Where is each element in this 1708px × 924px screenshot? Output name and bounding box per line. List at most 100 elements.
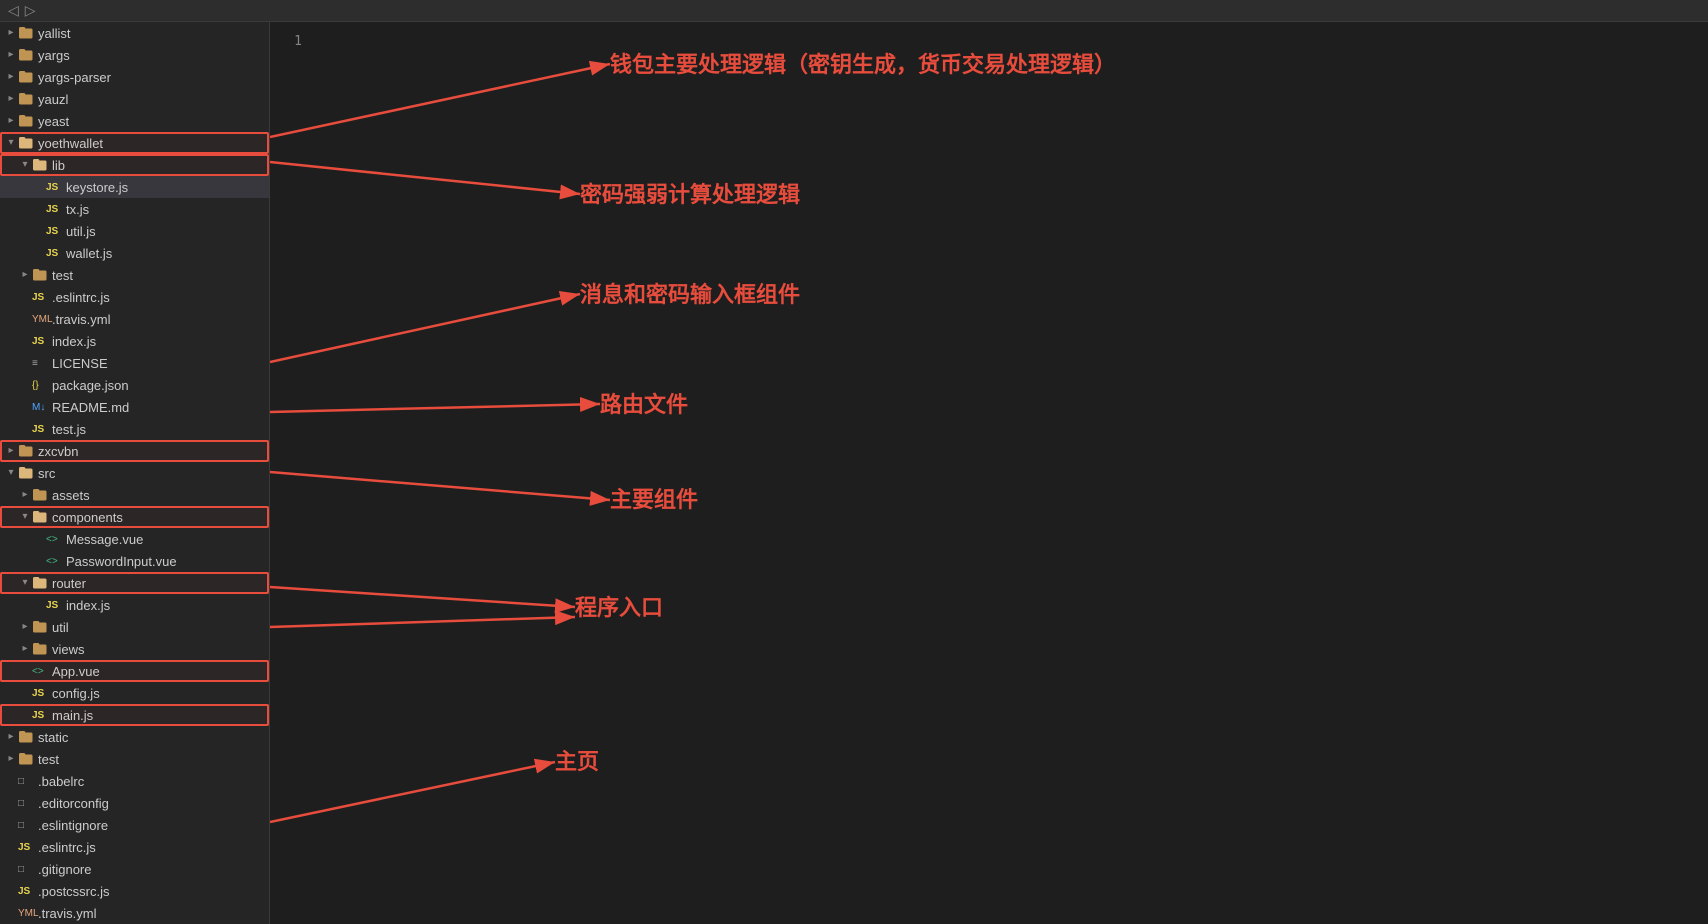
file-label-.editorconfig: .editorconfig: [38, 796, 109, 811]
folder-arrow-yargs[interactable]: ▸: [4, 48, 18, 62]
annotation-ann1: 钱包主要处理逻辑（密钥生成，货币交易处理逻辑）: [610, 47, 1116, 79]
folder-icon-yargs: [18, 47, 34, 63]
folder-arrow-router[interactable]: ▾: [18, 576, 32, 590]
file-icon-.gitignore: □: [18, 864, 34, 875]
folder-icon-router: [32, 575, 48, 591]
tree-item-tx.js[interactable]: JStx.js: [0, 198, 269, 220]
tree-item-yargs-parser[interactable]: ▸ yargs-parser: [0, 66, 269, 88]
file-icon-keystore.js: JS: [46, 182, 62, 193]
tree-item-keystore.js[interactable]: JS keystore.js: [0, 176, 269, 198]
tree-item-.eslintrc.js2[interactable]: JS.eslintrc.js: [0, 836, 269, 858]
tree-item-test.js[interactable]: JStest.js: [0, 418, 269, 440]
folder-label-src: src: [38, 466, 55, 481]
folder-arrow-yauzl[interactable]: ▸: [4, 92, 18, 106]
folder-arrow-static[interactable]: ▸: [4, 730, 18, 744]
nav-next-button[interactable]: ▷: [23, 2, 38, 19]
folder-icon-util: [32, 619, 48, 635]
folder-arrow-assets[interactable]: ▸: [18, 488, 32, 502]
tree-item-README.md[interactable]: M↓README.md: [0, 396, 269, 418]
file-label-.postcssrc.js: .postcssrc.js: [38, 884, 110, 899]
tree-item-yauzl[interactable]: ▸ yauzl: [0, 88, 269, 110]
nav-prev-button[interactable]: ◁: [6, 2, 21, 19]
folder-arrow-src[interactable]: ▾: [4, 466, 18, 480]
folder-icon-lib: [32, 157, 48, 173]
folder-arrow-zxcvbn[interactable]: ▸: [4, 444, 18, 458]
tree-item-PasswordInput.vue[interactable]: <>PasswordInput.vue: [0, 550, 269, 572]
tree-item-.travis.yml[interactable]: YML.travis.yml: [0, 308, 269, 330]
tree-item-static[interactable]: ▸ static: [0, 726, 269, 748]
folder-arrow-yallist[interactable]: ▸: [4, 26, 18, 40]
tree-item-test[interactable]: ▸ test: [0, 264, 269, 286]
file-label-tx.js: tx.js: [66, 202, 89, 217]
file-label-keystore.js: keystore.js: [66, 180, 128, 195]
file-label-.travis.yml2: .travis.yml: [38, 906, 97, 921]
file-label-LICENSE: LICENSE: [52, 356, 108, 371]
tree-item-yoethwallet[interactable]: ▾ yoethwallet: [0, 132, 269, 154]
file-icon-.eslintrc.js2: JS: [18, 842, 34, 853]
tree-item-router[interactable]: ▾ router: [0, 572, 269, 594]
main-layout: ▸ yallist▸ yargs▸ yargs-parser▸ yauzl▸ y…: [0, 22, 1708, 924]
tree-item-.babelrc[interactable]: □.babelrc: [0, 770, 269, 792]
file-label-router-index.js: index.js: [66, 598, 110, 613]
tree-item-yeast[interactable]: ▸ yeast: [0, 110, 269, 132]
tree-item-assets[interactable]: ▸ assets: [0, 484, 269, 506]
folder-label-yargs-parser: yargs-parser: [38, 70, 111, 85]
folder-label-yoethwallet: yoethwallet: [38, 136, 103, 151]
tree-item-views[interactable]: ▸ views: [0, 638, 269, 660]
folder-arrow-yargs-parser[interactable]: ▸: [4, 70, 18, 84]
tree-item-.gitignore[interactable]: □.gitignore: [0, 858, 269, 880]
tree-item-lib[interactable]: ▾ lib: [0, 154, 269, 176]
folder-arrow-util[interactable]: ▸: [18, 620, 32, 634]
nav-arrows[interactable]: ◁ ▷: [6, 2, 38, 19]
tree-item-.postcssrc.js[interactable]: JS.postcssrc.js: [0, 880, 269, 902]
file-icon-.eslintignore: □: [18, 820, 34, 831]
file-label-.babelrc: .babelrc: [38, 774, 84, 789]
file-label-Message.vue: Message.vue: [66, 532, 143, 547]
tree-item-.eslintignore[interactable]: □.eslintignore: [0, 814, 269, 836]
folder-label-util: util: [52, 620, 69, 635]
tree-item-yargs[interactable]: ▸ yargs: [0, 44, 269, 66]
file-icon-util.js: JS: [46, 226, 62, 237]
folder-label-yargs: yargs: [38, 48, 70, 63]
folder-label-zxcvbn: zxcvbn: [38, 444, 78, 459]
file-label-PasswordInput.vue: PasswordInput.vue: [66, 554, 177, 569]
tree-item-.editorconfig[interactable]: □.editorconfig: [0, 792, 269, 814]
file-icon-.eslintrc.js: JS: [32, 292, 48, 303]
file-icon-.travis.yml: YML: [32, 314, 48, 325]
tree-item-Message.vue[interactable]: <>Message.vue: [0, 528, 269, 550]
tree-item-zxcvbn[interactable]: ▸ zxcvbn: [0, 440, 269, 462]
tree-item-test-root[interactable]: ▸ test: [0, 748, 269, 770]
tree-item-package.json[interactable]: {}package.json: [0, 374, 269, 396]
tree-item-components[interactable]: ▾ components: [0, 506, 269, 528]
folder-icon-zxcvbn: [18, 443, 34, 459]
file-icon-package.json: {}: [32, 380, 48, 391]
folder-arrow-yeast[interactable]: ▸: [4, 114, 18, 128]
folder-icon-src: [18, 465, 34, 481]
tree-item-wallet.js[interactable]: JSwallet.js: [0, 242, 269, 264]
tree-item-util.js[interactable]: JSutil.js: [0, 220, 269, 242]
tree-item-src[interactable]: ▾ src: [0, 462, 269, 484]
folder-arrow-yoethwallet[interactable]: ▾: [4, 136, 18, 150]
tree-item-router-index.js[interactable]: JSindex.js: [0, 594, 269, 616]
tree-item-yallist[interactable]: ▸ yallist: [0, 22, 269, 44]
tree-item-main.js[interactable]: JSmain.js: [0, 704, 269, 726]
folder-label-assets: assets: [52, 488, 90, 503]
folder-arrow-test[interactable]: ▸: [18, 268, 32, 282]
file-tree-sidebar[interactable]: ▸ yallist▸ yargs▸ yargs-parser▸ yauzl▸ y…: [0, 22, 270, 924]
folder-arrow-views[interactable]: ▸: [18, 642, 32, 656]
file-icon-.travis.yml2: YML: [18, 908, 34, 919]
tree-item-util[interactable]: ▸ util: [0, 616, 269, 638]
folder-arrow-lib[interactable]: ▾: [18, 158, 32, 172]
tree-item-config.js[interactable]: JSconfig.js: [0, 682, 269, 704]
file-label-README.md: README.md: [52, 400, 129, 415]
folder-arrow-test-root[interactable]: ▸: [4, 752, 18, 766]
file-label-main.js: main.js: [52, 708, 93, 723]
folder-label-components: components: [52, 510, 123, 525]
folder-label-test: test: [52, 268, 73, 283]
tree-item-App.vue[interactable]: <>App.vue: [0, 660, 269, 682]
tree-item-.eslintrc.js[interactable]: JS.eslintrc.js: [0, 286, 269, 308]
tree-item-index.js[interactable]: JSindex.js: [0, 330, 269, 352]
folder-arrow-components[interactable]: ▾: [18, 510, 32, 524]
tree-item-LICENSE[interactable]: ≡LICENSE: [0, 352, 269, 374]
tree-item-.travis.yml2[interactable]: YML .travis.yml: [0, 902, 269, 924]
